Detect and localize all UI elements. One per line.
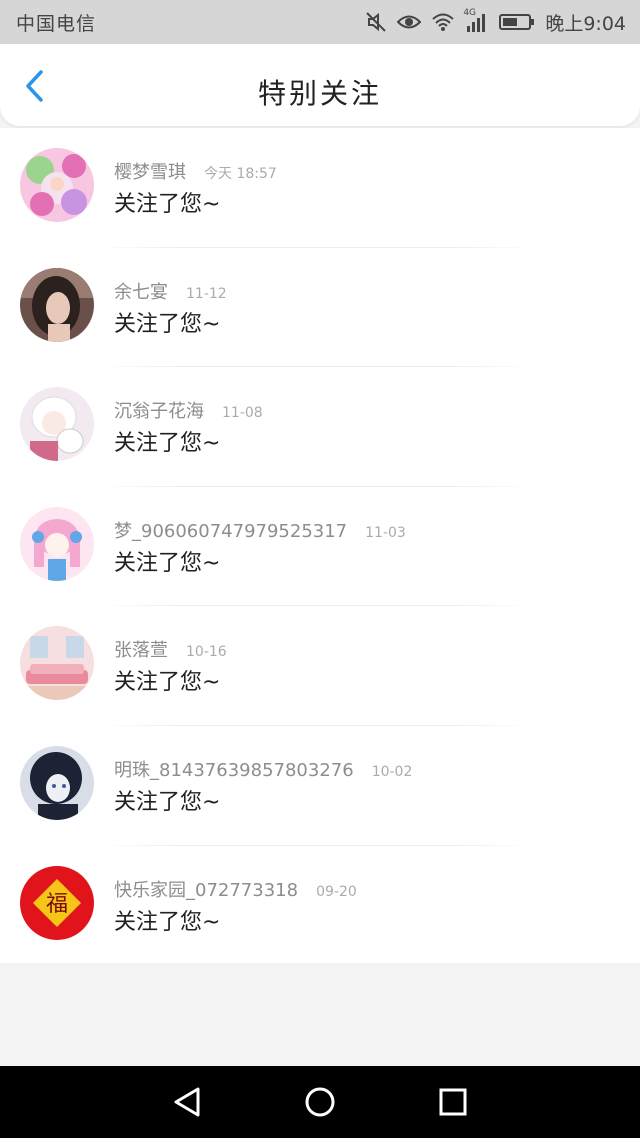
user-name[interactable]: 沉翁子花海 <box>114 397 204 423</box>
pink-flowers-avatar[interactable] <box>20 148 94 222</box>
follow-time: 11-08 <box>222 405 263 422</box>
portrait-girl-avatar[interactable] <box>20 267 94 342</box>
follow-time: 11-12 <box>186 285 227 302</box>
navigation-bar <box>0 1066 640 1138</box>
fu-blessing-avatar[interactable]: 福 <box>20 865 94 940</box>
network-type-label: 4G <box>463 8 477 18</box>
follow-list: 樱梦雪琪 今天 18:57 关注了您~ 余七宴 11-12 关注了您~ 沉翁子花… <box>0 128 640 963</box>
user-name[interactable]: 樱梦雪琪 <box>114 158 186 184</box>
header-bar: 特别关注 <box>0 44 640 126</box>
carrier-label: 中国电信 <box>16 12 97 35</box>
triangle-back-icon <box>174 1087 200 1117</box>
list-item[interactable]: 沉翁子花海 11-08 关注了您~ <box>0 367 640 487</box>
follow-message: 关注了您~ <box>114 431 221 457</box>
follow-message: 关注了您~ <box>114 192 221 217</box>
follow-message: 关注了您~ <box>114 311 221 337</box>
list-item[interactable]: 梦_906060747979525317 11-03 关注了您~ <box>0 487 640 607</box>
follow-message: 关注了您~ <box>114 550 221 576</box>
user-name[interactable]: 张落萱 <box>114 636 168 662</box>
follow-message: 关注了您~ <box>114 789 221 815</box>
nav-home-button[interactable] <box>300 1082 340 1122</box>
follow-message: 关注了您~ <box>114 670 221 696</box>
list-item[interactable]: 明珠_81437639857803276 10-02 关注了您~ <box>0 726 640 846</box>
dark-hair-anime-avatar[interactable] <box>20 745 94 820</box>
signal-icon: 4G <box>463 8 489 32</box>
circle-home-icon <box>305 1087 335 1117</box>
clock-label: 晚上9:04 <box>545 12 626 35</box>
follow-time: 11-03 <box>365 524 406 541</box>
wifi-icon <box>431 12 455 32</box>
fu-character: 福 <box>46 892 68 917</box>
nav-back-button[interactable] <box>167 1082 207 1122</box>
user-name[interactable]: 快乐家园_072773318 <box>114 876 298 902</box>
follow-time: 10-02 <box>371 763 413 780</box>
list-item[interactable]: 福 快乐家园_072773318 09-20 关注了您~ <box>0 846 640 966</box>
nav-recents-button[interactable] <box>433 1082 473 1122</box>
follow-time: 09-20 <box>316 883 357 900</box>
follow-time: 10-16 <box>186 644 227 661</box>
user-name[interactable]: 余七宴 <box>114 278 168 304</box>
square-recents-icon <box>439 1088 467 1116</box>
mute-icon <box>365 11 387 33</box>
follow-message: 关注了您~ <box>114 909 221 935</box>
pink-room-avatar[interactable] <box>20 626 94 701</box>
eye-icon <box>397 13 422 31</box>
follow-time: 今天 18:57 <box>204 166 277 182</box>
list-item[interactable]: 张落萱 10-16 关注了您~ <box>0 606 640 726</box>
status-bar: 中国电信 4G 晚上9:04 <box>0 0 640 44</box>
battery-icon <box>499 13 535 31</box>
page-title: 特别关注 <box>257 77 382 110</box>
list-item[interactable]: 余七宴 11-12 关注了您~ <box>0 248 640 368</box>
user-name[interactable]: 梦_906060747979525317 <box>114 517 347 543</box>
list-item[interactable]: 樱梦雪琪 今天 18:57 关注了您~ <box>0 128 640 248</box>
status-icons: 4G 晚上9:04 <box>365 8 626 36</box>
pink-hair-anime-avatar[interactable] <box>20 506 94 581</box>
white-hair-anime-avatar[interactable] <box>20 387 94 462</box>
user-name[interactable]: 明珠_81437639857803276 <box>114 756 354 782</box>
